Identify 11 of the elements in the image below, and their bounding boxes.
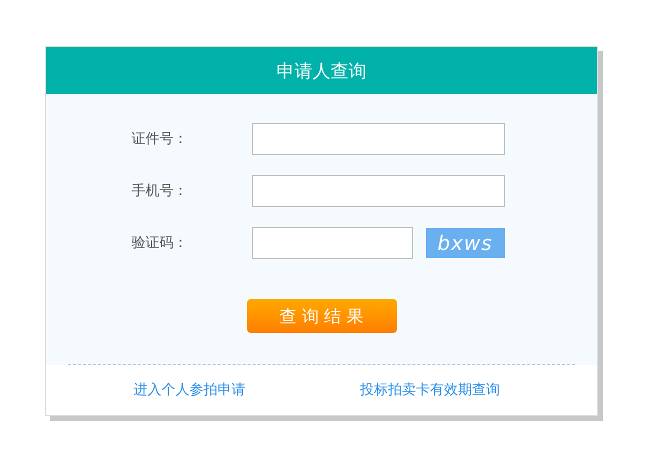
field-label: 证件号： [130, 130, 188, 148]
panel-title: 申请人查询 [46, 47, 597, 94]
link[interactable]: 投标拍卖卡有效期查询 [360, 381, 500, 399]
field-label: 手机号： [130, 182, 188, 200]
link[interactable]: 进入个人参拍申请 [133, 381, 246, 399]
captcha-image[interactable]: bxws [426, 228, 504, 258]
input-field[interactable] [252, 175, 504, 207]
input-field[interactable] [252, 123, 504, 155]
submit-button[interactable]: 查 询 结 果 [246, 299, 396, 333]
captcha-input[interactable] [252, 227, 412, 259]
field-label: 验证码： [130, 234, 188, 252]
